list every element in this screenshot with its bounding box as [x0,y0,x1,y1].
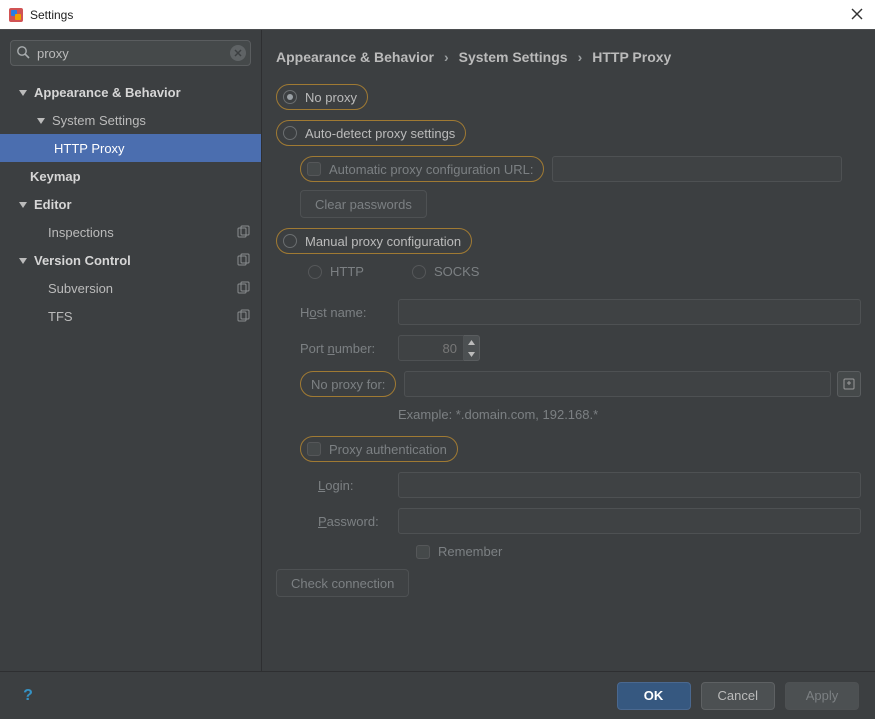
chevron-down-icon [18,86,30,98]
tree-item-version-control[interactable]: Version Control [0,246,261,274]
chevron-right-icon: › [444,49,449,65]
tree-item-inspections[interactable]: Inspections [0,218,261,246]
port-label: Port number: [300,341,398,356]
breadcrumb: Appearance & Behavior › System Settings … [262,30,875,70]
radio-icon [283,234,297,248]
radio-http[interactable]: HTTP [308,264,364,279]
tree-label: TFS [48,309,73,324]
search-icon [16,45,30,59]
spin-up-icon[interactable] [464,336,479,348]
close-icon[interactable] [847,4,867,24]
spin-down-icon[interactable] [464,348,479,360]
copy-icon [237,309,251,323]
radio-label: HTTP [330,264,364,279]
tree-label: HTTP Proxy [54,141,125,156]
no-proxy-for-label: No proxy for: [300,371,396,397]
settings-tree: Appearance & Behavior System Settings HT… [0,74,261,330]
search-input[interactable] [10,40,251,66]
checkbox-label: Automatic proxy configuration URL: [329,162,533,177]
checkbox-label: Proxy authentication [329,442,447,457]
radio-manual[interactable]: Manual proxy configuration [276,228,472,254]
host-input[interactable] [398,299,861,325]
radio-label: SOCKS [434,264,480,279]
chevron-down-icon [36,114,48,126]
tree-label: Version Control [34,253,131,268]
checkbox-auto-url[interactable]: Automatic proxy configuration URL: [300,156,544,182]
radio-label: Manual proxy configuration [305,234,461,249]
clear-search-icon[interactable] [230,45,246,61]
radio-icon [283,90,297,104]
window-title: Settings [30,8,73,22]
check-connection-button[interactable]: Check connection [276,569,409,597]
tree-label: Inspections [48,225,114,240]
sidebar: Appearance & Behavior System Settings HT… [0,30,262,671]
crumb-http-proxy: HTTP Proxy [592,49,671,65]
password-input[interactable] [398,508,861,534]
port-spinner[interactable] [398,335,480,361]
footer: ? OK Cancel Apply [0,671,875,719]
radio-icon [412,265,426,279]
tree-item-tfs[interactable]: TFS [0,302,261,330]
tree-item-keymap[interactable]: Keymap [0,162,261,190]
radio-icon [283,126,297,140]
auto-url-input[interactable] [552,156,842,182]
checkbox-icon [307,162,321,176]
checkbox-icon [307,442,321,456]
tree-label: System Settings [52,113,146,128]
tree-item-subversion[interactable]: Subversion [0,274,261,302]
chevron-down-icon [18,198,30,210]
help-icon[interactable]: ? [16,684,40,708]
titlebar: Settings [0,0,875,30]
checkbox-icon[interactable] [416,545,430,559]
password-label: Password: [318,514,398,529]
tree-item-appearance[interactable]: Appearance & Behavior [0,78,261,106]
login-input[interactable] [398,472,861,498]
chevron-down-icon [18,254,30,266]
radio-auto-detect[interactable]: Auto-detect proxy settings [276,120,466,146]
tree-item-system-settings[interactable]: System Settings [0,106,261,134]
expand-icon[interactable] [837,371,861,397]
copy-icon [237,253,251,267]
main-panel: Appearance & Behavior › System Settings … [262,30,875,671]
no-proxy-for-input[interactable] [404,371,831,397]
app-icon [8,7,24,23]
port-input[interactable] [398,335,464,361]
crumb-system-settings[interactable]: System Settings [459,49,568,65]
apply-button[interactable]: Apply [785,682,859,710]
tree-item-http-proxy[interactable]: HTTP Proxy [0,134,261,162]
radio-label: Auto-detect proxy settings [305,126,455,141]
remember-label: Remember [438,544,502,559]
radio-socks[interactable]: SOCKS [412,264,480,279]
ok-button[interactable]: OK [617,682,691,710]
cancel-button[interactable]: Cancel [701,682,775,710]
host-label: Host name: [300,305,398,320]
radio-icon [308,265,322,279]
chevron-right-icon: › [578,49,583,65]
tree-item-editor[interactable]: Editor [0,190,261,218]
crumb-appearance[interactable]: Appearance & Behavior [276,49,434,65]
copy-icon [237,281,251,295]
tree-label: Editor [34,197,72,212]
tree-label: Keymap [30,169,81,184]
search-field [10,40,251,66]
example-text: Example: *.domain.com, 192.168.* [398,407,861,422]
tree-label: Appearance & Behavior [34,85,181,100]
copy-icon [237,225,251,239]
checkbox-proxy-auth[interactable]: Proxy authentication [300,436,458,462]
radio-no-proxy[interactable]: No proxy [276,84,368,110]
radio-label: No proxy [305,90,357,105]
tree-label: Subversion [48,281,113,296]
login-label: Login: [318,478,398,493]
clear-passwords-button[interactable]: Clear passwords [300,190,427,218]
